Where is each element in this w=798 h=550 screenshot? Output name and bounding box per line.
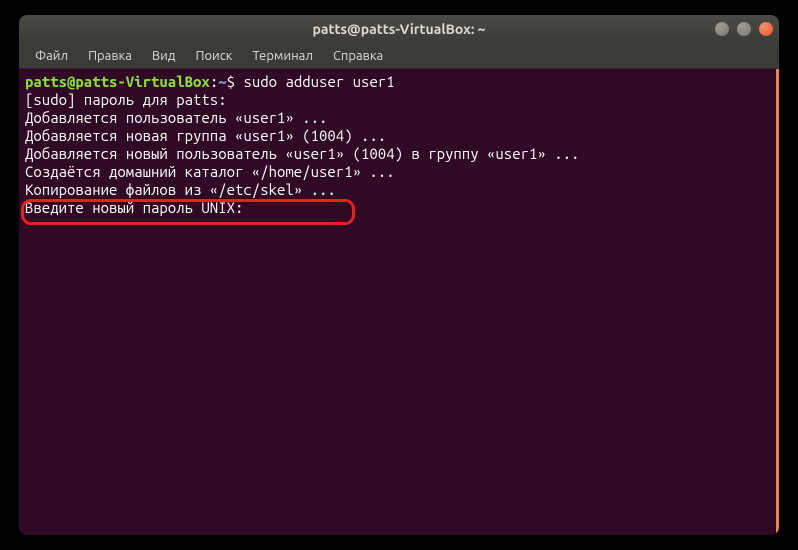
scrollbar-edge [776, 69, 779, 535]
menu-help[interactable]: Справка [325, 47, 391, 65]
prompt-colon: : [210, 73, 218, 90]
prompt-line: patts@patts-VirtualBox:~$ sudo adduser u… [25, 73, 773, 91]
menu-search[interactable]: Поиск [187, 47, 240, 65]
output-line-5: Создаётся домашний каталог «/home/user1»… [25, 163, 773, 181]
output-line-7: Введите новый пароль UNIX: [25, 199, 773, 217]
maximize-button[interactable] [737, 22, 751, 36]
window-controls [715, 22, 773, 36]
minimize-button[interactable] [715, 22, 729, 36]
titlebar: patts@patts-VirtualBox: ~ [19, 15, 779, 43]
output-line-2: Добавляется пользователь «user1» ... [25, 109, 773, 127]
command-text: sudo adduser user1 [243, 73, 394, 90]
prompt-dollar: $ [227, 73, 244, 90]
window-title: patts@patts-VirtualBox: ~ [313, 21, 486, 37]
close-button[interactable] [759, 22, 773, 36]
menu-view[interactable]: Вид [144, 47, 184, 65]
output-line-6: Копирование файлов из «/etc/skel» ... [25, 181, 773, 199]
output-line-4: Добавляется новый пользователь «user1» (… [25, 145, 773, 163]
terminal-window: patts@patts-VirtualBox: ~ Файл Правка Ви… [19, 15, 779, 535]
menu-terminal[interactable]: Терминал [244, 47, 320, 65]
menubar: Файл Правка Вид Поиск Терминал Справка [19, 43, 779, 69]
menu-edit[interactable]: Правка [80, 47, 140, 65]
output-line-3: Добавляется новая группа «user1» (1004) … [25, 127, 773, 145]
prompt-userhost: patts@patts-VirtualBox [25, 73, 210, 90]
terminal-body[interactable]: patts@patts-VirtualBox:~$ sudo adduser u… [19, 69, 779, 535]
menu-file[interactable]: Файл [27, 47, 76, 65]
prompt-path: ~ [218, 73, 226, 90]
output-line-1: [sudo] пароль для patts: [25, 91, 773, 109]
